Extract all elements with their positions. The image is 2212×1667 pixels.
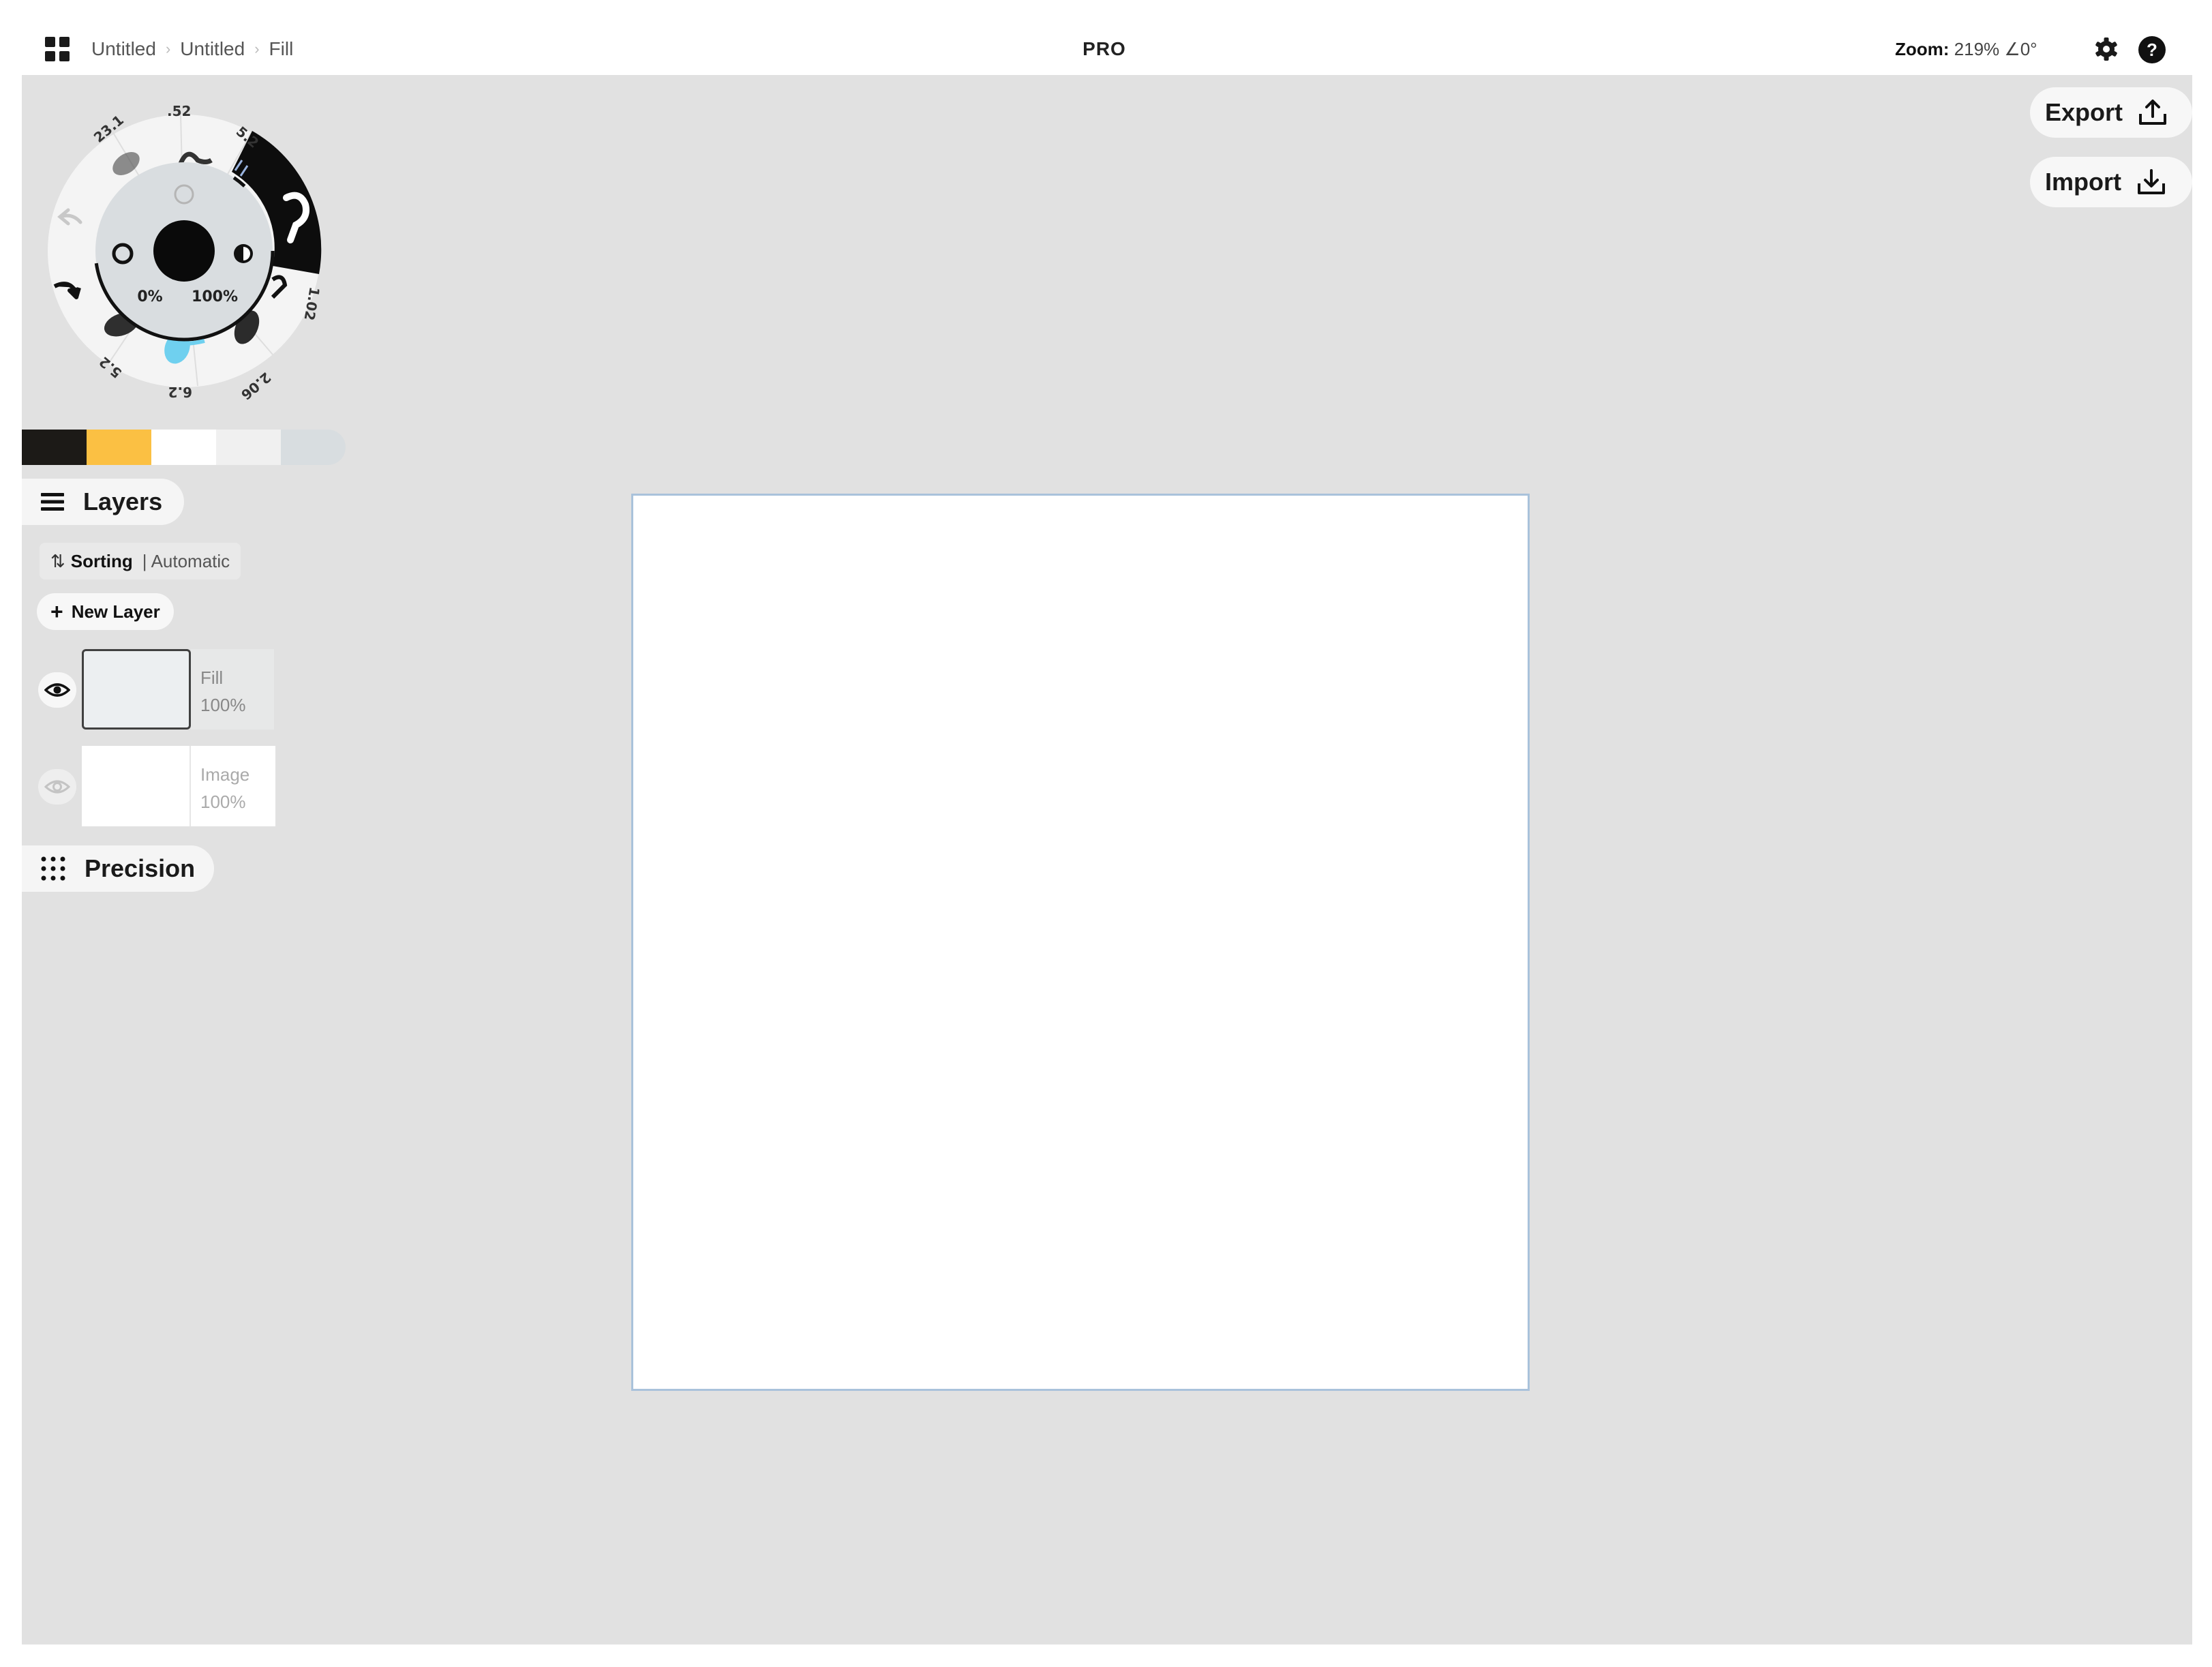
plus-icon: + (50, 599, 63, 624)
tool-size-label: .52 (167, 103, 191, 119)
opacity-label[interactable]: 0% (137, 288, 162, 305)
visibility-toggle[interactable] (38, 672, 76, 708)
tool-size-label: 2.06 (238, 369, 274, 403)
layer-name: Fill (200, 667, 224, 688)
layer-thumbnail[interactable] (82, 649, 191, 730)
color-swatch-light-gray[interactable] (216, 430, 281, 465)
new-layer-button[interactable]: + New Layer (37, 593, 174, 630)
layer-opacity: 100% (200, 792, 246, 812)
color-palette (22, 430, 346, 465)
zoom-readout[interactable]: Zoom: 219% ∠0° (1895, 35, 2037, 63)
layers-button[interactable]: Layers (22, 479, 184, 525)
grid-dots-icon (41, 856, 65, 881)
export-button[interactable]: Export (2030, 87, 2192, 138)
eye-icon (44, 780, 70, 794)
layer-info[interactable]: Fill 100% (191, 649, 274, 730)
divider: | (142, 550, 147, 571)
precision-button[interactable]: Precision (22, 845, 214, 892)
gallery-grid-icon[interactable] (44, 35, 71, 63)
rotation-value: ∠0° (2004, 39, 2037, 59)
hamburger-icon (41, 493, 64, 511)
precision-label: Precision (85, 854, 196, 882)
eye-icon (44, 683, 70, 697)
breadcrumb: Untitled › Untitled › Fill (91, 35, 293, 63)
sort-icon: ⇅ (50, 550, 65, 571)
smoothing-label[interactable]: 100% (192, 288, 238, 305)
export-label: Export (2045, 98, 2123, 126)
zoom-label: Zoom: (1895, 39, 1950, 59)
layer-name: Image (200, 764, 250, 785)
breadcrumb-item-gallery[interactable]: Untitled (91, 38, 156, 60)
layer-info[interactable]: Image 100% (191, 746, 275, 826)
layer-thumbnail[interactable] (82, 746, 191, 826)
chevron-right-icon: › (254, 40, 260, 57)
breadcrumb-item-drawing[interactable]: Untitled (180, 38, 245, 60)
export-icon (2139, 100, 2167, 125)
layers-label: Layers (83, 487, 163, 515)
color-swatch-white[interactable] (151, 430, 216, 465)
sorting-mode: Automatic (151, 550, 230, 571)
zoom-value: 219% (1954, 39, 2000, 59)
import-label: Import (2045, 168, 2121, 196)
svg-text:?: ? (2147, 40, 2157, 60)
color-swatch-black[interactable] (22, 430, 87, 465)
tool-size-label: 6.2 (168, 384, 192, 400)
sorting-label: Sorting (70, 550, 133, 571)
top-bar: Untitled › Untitled › Fill PRO Zoom: 219… (0, 0, 2212, 74)
drawing-canvas[interactable] (631, 494, 1530, 1391)
pro-badge[interactable]: PRO (1063, 35, 1145, 63)
tool-wheel[interactable]: 23.1 .52 5.2 1.02 2.06 6.2 5.2 0% 100% (48, 95, 348, 409)
color-swatch-blue-gray[interactable] (281, 430, 346, 465)
import-icon (2138, 169, 2165, 194)
layer-opacity: 100% (200, 695, 246, 715)
breadcrumb-item-layer[interactable]: Fill (269, 38, 294, 60)
help-icon[interactable]: ? (2138, 35, 2166, 64)
color-swatch-yellow[interactable] (87, 430, 151, 465)
import-button[interactable]: Import (2030, 157, 2192, 207)
active-color-dot[interactable] (153, 220, 215, 282)
gear-icon[interactable] (2093, 35, 2120, 63)
sorting-toggle[interactable]: ⇅ Sorting | Automatic (40, 543, 241, 580)
new-layer-label: New Layer (71, 601, 160, 622)
visibility-toggle[interactable] (38, 769, 76, 805)
chevron-right-icon: › (165, 40, 171, 57)
